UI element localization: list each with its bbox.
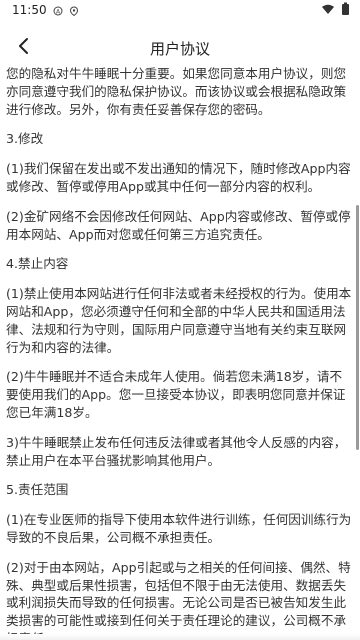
chevron-left-icon	[17, 36, 31, 60]
paragraph-liability-1: (1)在专业医师的指导下使用本软件进行训练，任何因训练行为导致的不良后果，公司概…	[6, 512, 352, 545]
section-heading-modify: 3.修改	[6, 131, 44, 147]
battery-icon	[341, 2, 350, 19]
paragraph-modify-2: (2)金矿网络不会因修改任何网站、App内容或修改、暂停或停用本网站、App而对…	[6, 208, 351, 242]
paragraph-liability-2: (2)对于由本网站，App引起或与之相关的任何间接、偶然、特殊、典型或后果性损害…	[6, 559, 351, 640]
paragraph-prohibited-2: (2)牛牛睡眠并不适合未成年人使用。倘若您未满18岁，请不要使用我们的App。您…	[6, 369, 346, 420]
status-left: 11:50 A	[12, 3, 79, 17]
scrollbar[interactable]	[356, 205, 359, 450]
wifi-icon	[321, 3, 335, 18]
agreement-content[interactable]: 您的隐私对牛牛睡眠十分重要。如果您同意本用户协议，则您亦同意遵守我们的隐私保护协…	[0, 65, 360, 640]
paragraph-privacy: 您的隐私对牛牛睡眠十分重要。如果您同意本用户协议，则您亦同意遵守我们的隐私保护协…	[6, 66, 347, 117]
section-heading-prohibited: 4.禁止内容	[6, 256, 69, 272]
paragraph-modify-1: (1)我们保留在发出或不发出通知的情况下，随时修改App内容或修改、暂停或停用A…	[6, 161, 351, 194]
status-right	[321, 2, 350, 19]
bottom-fade	[0, 634, 360, 640]
paragraph-prohibited-3: 3)牛牛睡眠禁止发布任何违反法律或者其他令人反感的内容，禁止用户在本平台骚扰影响…	[6, 434, 347, 468]
status-bar: 11:50 A	[0, 0, 360, 20]
paragraph-prohibited-1: (1)禁止使用本网站进行任何非法或者未经授权的行为。使用本网站和App，您必须遵…	[6, 286, 352, 355]
section-heading-liability: 5.责任范围	[6, 482, 69, 498]
page-title: 用户协议	[149, 39, 210, 58]
back-button[interactable]	[8, 30, 40, 66]
status-time: 11:50	[12, 3, 47, 17]
location-icon	[69, 5, 79, 17]
a-icon: A	[53, 5, 63, 16]
